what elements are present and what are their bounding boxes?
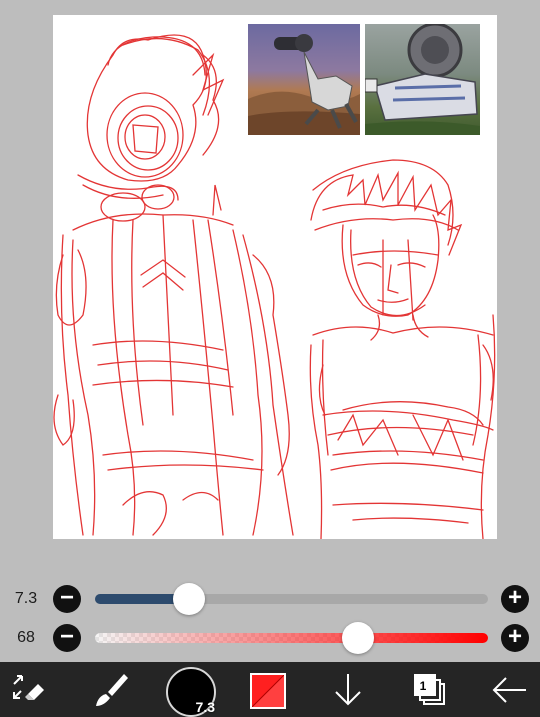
brush-size-indicator[interactable]: 7.3 xyxy=(166,667,216,717)
minus-icon: − xyxy=(59,584,74,611)
back-button[interactable] xyxy=(490,662,530,717)
layers-button[interactable]: 1 xyxy=(412,662,448,717)
opacity-minus-button[interactable]: − xyxy=(53,624,81,652)
drawing-canvas[interactable] xyxy=(53,15,497,539)
brush-size-label: 7.3 xyxy=(195,699,215,715)
color-swatch-button[interactable] xyxy=(250,673,286,709)
layer-count: 1 xyxy=(419,679,427,693)
opacity-plus-button[interactable]: + xyxy=(501,624,529,652)
opacity-slider-row: 68 − + xyxy=(0,621,540,655)
opacity-value: 68 xyxy=(17,629,35,646)
plus-icon: + xyxy=(507,623,522,650)
transform-eraser-button[interactable] xyxy=(8,662,48,717)
opacity-gradient xyxy=(95,633,488,643)
plus-icon: + xyxy=(507,584,522,611)
transform-eraser-icon xyxy=(13,675,44,700)
brush-size-value: 7.3 xyxy=(14,590,38,607)
brush-size-thumb[interactable] xyxy=(173,583,206,615)
bottom-toolbar: 7.3 1 xyxy=(0,662,540,717)
opacity-track[interactable] xyxy=(95,633,488,643)
opacity-thumb[interactable] xyxy=(342,622,375,654)
canvas-area[interactable] xyxy=(0,0,540,560)
red-sketch xyxy=(53,34,496,539)
brush-size-minus-button[interactable]: − xyxy=(53,585,81,613)
arrow-left-icon xyxy=(492,677,526,703)
brush-size-slider-row: 7.3 − + xyxy=(0,582,540,616)
arrow-down-icon xyxy=(335,674,361,706)
color-swatch-icon xyxy=(252,675,284,707)
minus-icon: − xyxy=(59,623,74,650)
brush-button[interactable] xyxy=(90,662,130,717)
download-button[interactable] xyxy=(332,662,364,717)
brush-icon xyxy=(96,674,128,706)
brush-size-plus-button[interactable]: + xyxy=(501,585,529,613)
brush-size-track[interactable] xyxy=(95,594,488,604)
brush-controls: 7.3 − + 68 − + xyxy=(0,560,540,662)
